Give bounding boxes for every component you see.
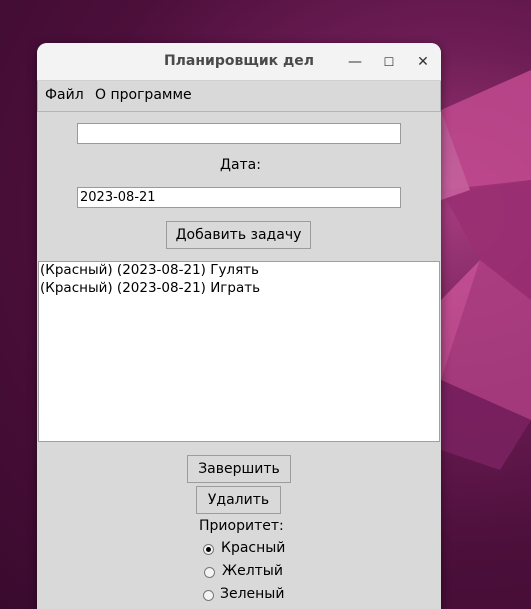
priority-option-label: Зеленый <box>220 586 285 602</box>
menu-bar: Файл О программе <box>37 81 441 112</box>
close-icon[interactable]: ✕ <box>412 51 434 73</box>
menu-file[interactable]: Файл <box>45 87 84 103</box>
add-task-button[interactable]: Добавить задачу <box>166 221 311 249</box>
task-input[interactable] <box>77 123 401 144</box>
complete-button[interactable]: Завершить <box>187 455 291 483</box>
priority-option-label: Желтый <box>222 563 283 579</box>
radio-button[interactable] <box>203 544 214 555</box>
priority-label: Приоритет: <box>199 518 284 534</box>
date-input[interactable] <box>77 187 401 208</box>
app-window: Планировщик дел — ☐ ✕ Файл О программе Д… <box>37 43 441 609</box>
date-label: Дата: <box>220 157 261 173</box>
priority-option-label: Красный <box>221 540 286 556</box>
radio-button[interactable] <box>203 590 214 601</box>
task-list[interactable]: (Красный) (2023-08-21) Гулять (Красный) … <box>38 261 440 442</box>
list-item[interactable]: (Красный) (2023-08-21) Играть <box>40 280 260 296</box>
menu-about[interactable]: О программе <box>95 87 192 103</box>
maximize-icon[interactable]: ☐ <box>378 51 400 73</box>
minimize-icon[interactable]: — <box>344 51 366 73</box>
list-item[interactable]: (Красный) (2023-08-21) Гулять <box>40 262 259 278</box>
radio-button[interactable] <box>204 567 215 578</box>
delete-button[interactable]: Удалить <box>196 486 281 514</box>
title-bar[interactable]: Планировщик дел — ☐ ✕ <box>37 43 441 81</box>
